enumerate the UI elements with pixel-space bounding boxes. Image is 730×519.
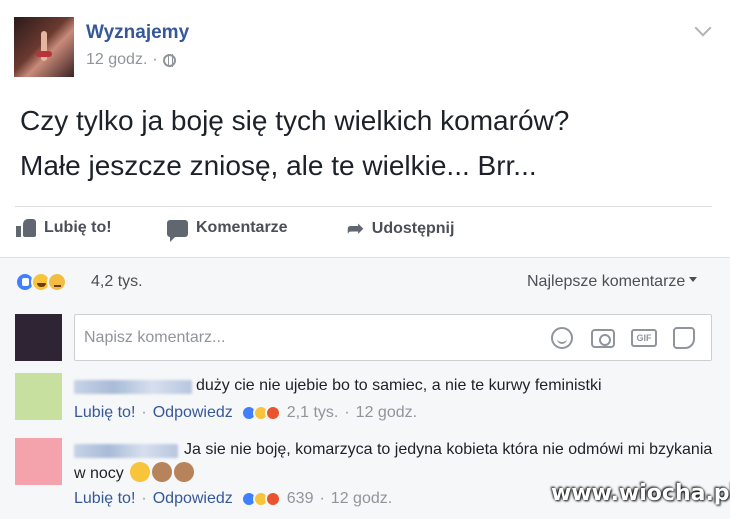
comment-meta: Lubię to! · Odpowiedz 639 · 12 godz. [74,490,392,508]
thumbs-up-icon [16,219,36,237]
camera-icon[interactable] [591,329,615,348]
meta-separator: · [152,51,158,68]
comment-like-link[interactable]: Lubię to! [74,490,135,508]
comment-like-link[interactable]: Lubię to! [74,404,135,422]
comment-reaction-icons[interactable] [240,491,281,507]
laughing-emoji-icon [130,462,151,482]
see-no-evil-monkey-icon [174,462,195,482]
reaction-count[interactable]: 4,2 tys. [91,273,143,291]
post-text: Czy tylko ja boję się tych wielkich koma… [20,98,569,188]
comment-input-placeholder: Napisz komentarz... [84,329,226,346]
commenter-avatar[interactable] [15,438,62,485]
reaction-icons[interactable] [15,272,67,292]
commenter-name-blurred[interactable] [74,380,192,394]
share-arrow-icon: ➦ [347,218,364,240]
comment-sort-label: Najlepsze komentarze [527,273,686,290]
comment-meta: Lubię to! · Odpowiedz 2,1 tys. · 12 godz… [74,404,417,422]
page-name-link[interactable]: Wyznajemy [86,22,189,44]
comment-bubble-icon [167,219,188,242]
divider [15,206,712,207]
share-button[interactable]: ➦ Udostępnij [347,219,454,239]
meta-separator: · [141,404,147,421]
comment-text: duży cie nie ujebie bo to samiec, a nie … [196,377,602,394]
page-avatar[interactable] [14,17,74,77]
comment-time[interactable]: 12 godz. [356,404,417,422]
like-button[interactable]: Lubię to! [16,219,112,237]
sticker-icon[interactable] [673,327,695,349]
share-label: Udostępnij [371,220,455,237]
comment-time[interactable]: 12 godz. [331,490,392,508]
post-text-line-1: Czy tylko ja boję się tych wielkich koma… [20,105,570,136]
comment-reply-link[interactable]: Odpowiedz [153,404,233,422]
comment-reply-link[interactable]: Odpowiedz [153,490,233,508]
current-user-avatar [15,314,62,361]
meta-separator: · [141,490,147,507]
comment-label: Komentarze [196,219,288,236]
comment-input[interactable]: Napisz komentarz... GIF [74,314,712,361]
gif-icon[interactable]: GIF [631,329,657,347]
meta-separator: · [319,490,325,507]
see-no-evil-monkey-icon [152,462,173,482]
avatar-lips-shape [36,51,52,57]
globe-icon [162,53,176,67]
post-time[interactable]: 12 godz. [86,51,147,69]
comment-reaction-count[interactable]: 639 [287,490,314,508]
watermark: www.wiocha.pl [551,481,730,506]
comment-text: Ja sie nie boję, komarzyca to jedyna kob… [74,438,714,486]
meta-separator: · [344,404,350,421]
sad-reaction-icon [47,272,67,292]
caret-down-icon [689,276,698,282]
post-text-line-2: Małe jeszcze zniosę, ale te wielkie... B… [20,150,537,181]
comment-button[interactable]: Komentarze [167,219,288,242]
emoji-icon[interactable] [551,327,573,349]
comment-reaction-icons[interactable] [240,405,281,421]
comment-reaction-count[interactable]: 2,1 tys. [287,404,339,422]
angry-reaction-icon [264,491,281,507]
post-meta: 12 godz. · [86,51,176,69]
angry-reaction-icon [264,405,281,421]
like-label: Lubię to! [44,219,112,236]
chevron-down-icon[interactable] [694,19,712,37]
commenter-avatar[interactable] [15,373,62,420]
facebook-post: Wyznajemy 12 godz. · Czy tylko ja boję s… [0,0,730,519]
comment-sort-dropdown[interactable]: Najlepsze komentarze [527,273,698,291]
